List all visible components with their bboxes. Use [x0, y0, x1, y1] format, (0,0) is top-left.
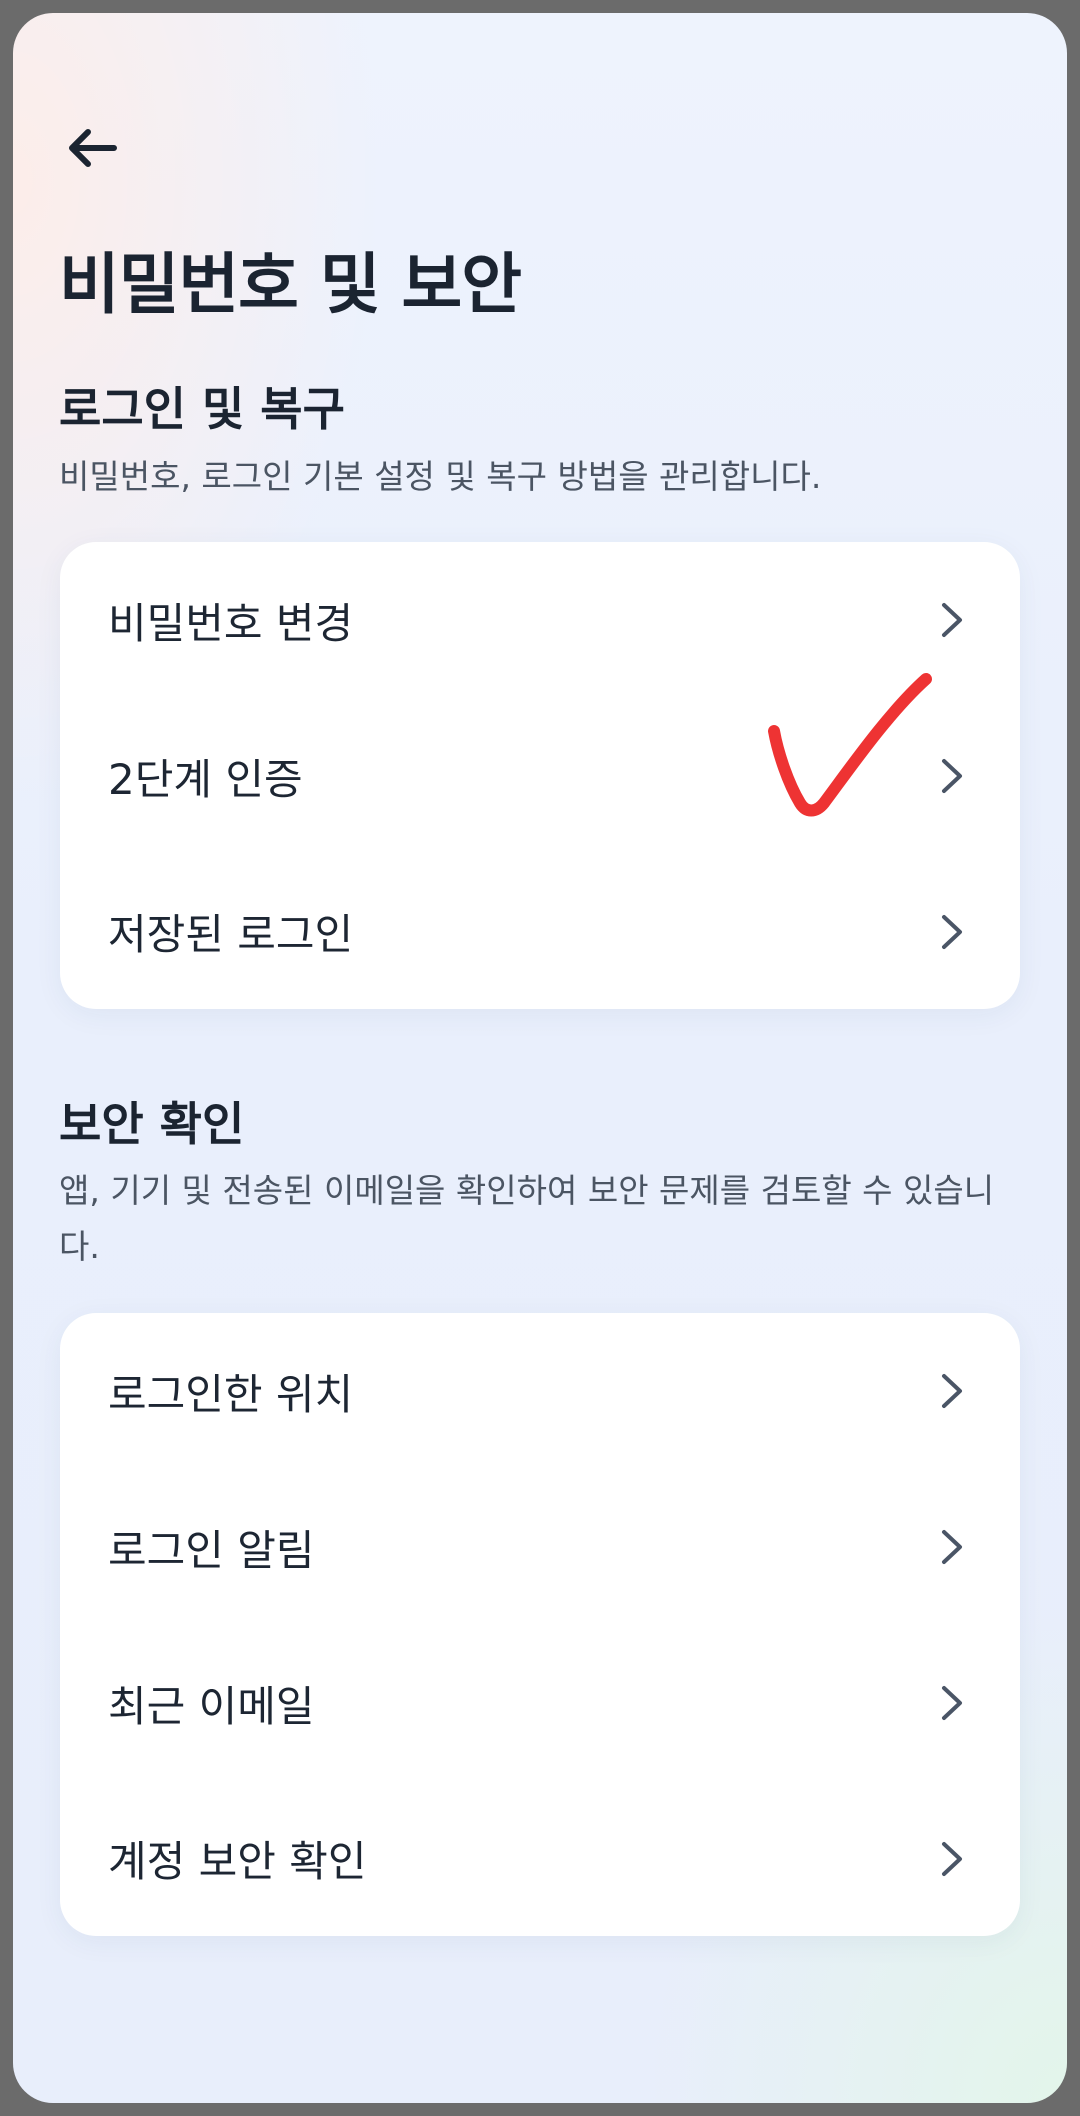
section-heading-login-recovery: 로그인 및 복구	[59, 382, 345, 436]
chevron-right-icon	[932, 1371, 972, 1411]
chevron-right-icon	[932, 1527, 972, 1567]
page-title: 비밀번호 및 보안	[59, 246, 522, 323]
row-change-password[interactable]: 비밀번호 변경	[60, 542, 1020, 698]
chevron-right-icon	[932, 756, 972, 796]
chevron-right-icon	[932, 600, 972, 640]
row-label: 로그인 알림	[108, 1525, 315, 1575]
row-label: 비밀번호 변경	[108, 598, 354, 648]
section-description-login-recovery: 비밀번호, 로그인 기본 설정 및 복구 방법을 관리합니다.	[59, 457, 822, 496]
security-check-card: 로그인한 위치 로그인 알림 최근 이메일 계정 보안 확인	[60, 1313, 1020, 1936]
chevron-right-icon	[932, 1683, 972, 1723]
row-account-security-check[interactable]: 계정 보안 확인	[60, 1781, 1020, 1936]
row-two-factor-auth[interactable]: 2단계 인증	[60, 698, 1020, 854]
chevron-right-icon	[932, 1839, 972, 1879]
row-recent-emails[interactable]: 최근 이메일	[60, 1625, 1020, 1781]
row-label: 최근 이메일	[108, 1681, 315, 1731]
row-label: 2단계 인증	[108, 754, 303, 804]
section-heading-security-check: 보안 확인	[59, 1097, 245, 1151]
row-saved-logins[interactable]: 저장된 로그인	[60, 854, 1020, 1009]
row-login-alerts[interactable]: 로그인 알림	[60, 1469, 1020, 1625]
row-label: 계정 보안 확인	[108, 1837, 367, 1886]
row-label: 저장된 로그인	[108, 910, 354, 959]
chevron-right-icon	[932, 912, 972, 952]
section-description-security-check: 앱, 기기 및 전송된 이메일을 확인하여 보안 문제를 검토할 수 있습니다.	[59, 1171, 995, 1266]
row-login-locations[interactable]: 로그인한 위치	[60, 1313, 1020, 1469]
arrow-left-icon	[69, 129, 117, 167]
screen: 비밀번호 및 보안 로그인 및 복구 비밀번호, 로그인 기본 설정 및 복구 …	[13, 13, 1067, 2103]
back-button[interactable]	[57, 113, 127, 183]
login-recovery-card: 비밀번호 변경 2단계 인증 저장된 로그인	[60, 542, 1020, 1009]
row-label: 로그인한 위치	[108, 1369, 354, 1419]
